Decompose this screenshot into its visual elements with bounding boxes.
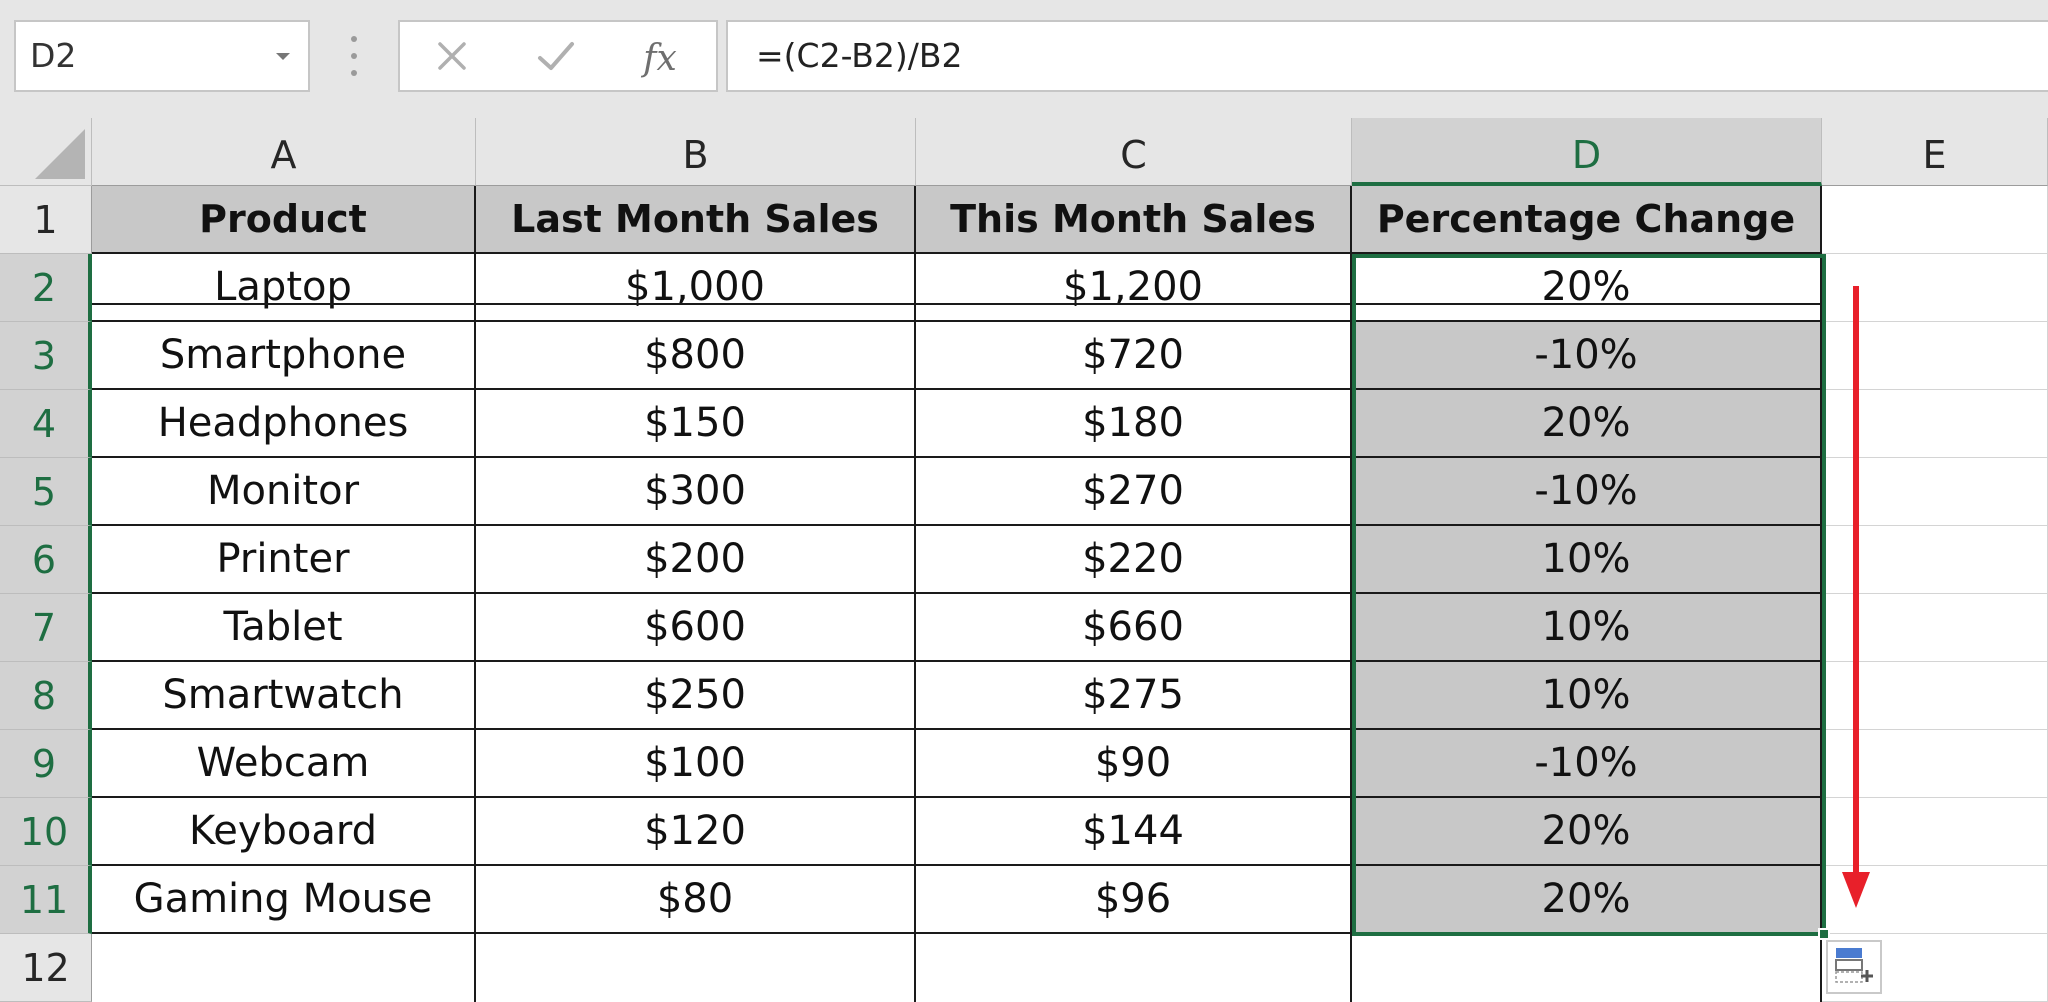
data-cell[interactable]: Tablet [92, 594, 476, 662]
data-cell[interactable]: Printer [92, 526, 476, 594]
data-cell[interactable]: $1,000 [476, 254, 916, 322]
data-cell[interactable]: $300 [476, 458, 916, 526]
percentage-cell[interactable]: 10% [1352, 526, 1822, 594]
header-cell[interactable]: Product [92, 186, 476, 254]
data-cell[interactable]: $600 [476, 594, 916, 662]
row-header-11[interactable]: 11 [0, 866, 92, 934]
data-cell[interactable]: $180 [916, 390, 1352, 458]
data-cell[interactable]: $90 [916, 730, 1352, 798]
auto-fill-options-button[interactable] [1826, 940, 1882, 994]
percentage-cell[interactable]: 10% [1352, 594, 1822, 662]
data-cell[interactable]: Gaming Mouse [92, 866, 476, 934]
percentage-cell[interactable]: 10% [1352, 662, 1822, 730]
data-cell[interactable]: $270 [916, 458, 1352, 526]
row-header-9[interactable]: 9 [0, 730, 92, 798]
data-cell[interactable]: Headphones [92, 390, 476, 458]
name-box[interactable]: D2 [14, 20, 310, 92]
percentage-cell[interactable]: -10% [1352, 458, 1822, 526]
header-cell[interactable]: This Month Sales [916, 186, 1352, 254]
cancel-button[interactable] [422, 32, 482, 84]
percentage-cell[interactable]: 20% [1352, 798, 1822, 866]
data-cell[interactable]: Keyboard [92, 798, 476, 866]
insert-function-button[interactable]: fx [630, 32, 690, 84]
name-box-dropdown-button[interactable] [268, 20, 298, 92]
formula-bar: D2 fx =(C2-B2)/B2 [0, 0, 2048, 118]
data-cell[interactable]: Smartwatch [92, 662, 476, 730]
data-cell[interactable]: $250 [476, 662, 916, 730]
percentage-cell[interactable]: 20% [1352, 390, 1822, 458]
auto-fill-options-icon [1834, 946, 1874, 988]
percentage-cell[interactable]: -10% [1352, 730, 1822, 798]
data-cell[interactable]: $1,200 [916, 254, 1352, 322]
data-cell[interactable]: $720 [916, 322, 1352, 390]
data-cell[interactable]: $220 [916, 526, 1352, 594]
empty-cell[interactable] [916, 934, 1352, 1002]
data-cell[interactable]: Smartphone [92, 322, 476, 390]
formula-buttons: fx [398, 20, 718, 92]
formula-input[interactable]: =(C2-B2)/B2 [726, 20, 2048, 92]
header-row-divider [92, 303, 1822, 305]
data-cell[interactable]: $275 [916, 662, 1352, 730]
dropdown-arrow-icon [275, 47, 291, 66]
insert-function-icon: fx [643, 38, 677, 79]
select-all-button[interactable] [0, 118, 92, 186]
data-cell[interactable]: $200 [476, 526, 916, 594]
percentage-cell[interactable]: 20% [1352, 254, 1822, 322]
row-header-2[interactable]: 2 [0, 254, 92, 322]
header-cell[interactable]: Last Month Sales [476, 186, 916, 254]
column-header-e[interactable]: E [1822, 118, 2048, 186]
empty-cell[interactable] [1352, 934, 1822, 1002]
worksheet-grid: ABCDE 123456789101112 ProductLast Month … [0, 118, 2048, 1002]
data-cell[interactable]: $100 [476, 730, 916, 798]
data-cell[interactable]: $80 [476, 866, 916, 934]
data-cell[interactable]: $144 [916, 798, 1352, 866]
column-header-c[interactable]: C [916, 118, 1352, 186]
empty-cell[interactable] [476, 934, 916, 1002]
row-header-7[interactable]: 7 [0, 594, 92, 662]
empty-cell[interactable] [1822, 186, 2048, 254]
enter-button[interactable] [526, 32, 586, 84]
row-header-6[interactable]: 6 [0, 526, 92, 594]
data-cell[interactable]: Monitor [92, 458, 476, 526]
header-cell[interactable]: Percentage Change [1352, 186, 1822, 254]
row-header-4[interactable]: 4 [0, 390, 92, 458]
data-cell[interactable]: $800 [476, 322, 916, 390]
row-header-8[interactable]: 8 [0, 662, 92, 730]
percentage-cell[interactable]: -10% [1352, 322, 1822, 390]
row-header-10[interactable]: 10 [0, 798, 92, 866]
fill-down-arrow-icon [1838, 286, 1874, 910]
column-header-b[interactable]: B [476, 118, 916, 186]
formula-bar-grip[interactable] [342, 36, 366, 76]
data-cell[interactable]: $150 [476, 390, 916, 458]
percentage-cell[interactable]: 20% [1352, 866, 1822, 934]
column-header-a[interactable]: A [92, 118, 476, 186]
column-header-d[interactable]: D [1352, 118, 1822, 186]
row-header-5[interactable]: 5 [0, 458, 92, 526]
data-cell[interactable]: $660 [916, 594, 1352, 662]
row-header-3[interactable]: 3 [0, 322, 92, 390]
data-cell[interactable]: $120 [476, 798, 916, 866]
row-header-1[interactable]: 1 [0, 186, 92, 254]
fill-handle[interactable] [1818, 928, 1830, 940]
data-cell[interactable]: $96 [916, 866, 1352, 934]
enter-check-icon [536, 38, 576, 78]
cancel-icon [434, 38, 470, 78]
row-header-12[interactable]: 12 [0, 934, 92, 1002]
data-cell[interactable]: Laptop [92, 254, 476, 322]
data-cell[interactable]: Webcam [92, 730, 476, 798]
empty-cell[interactable] [92, 934, 476, 1002]
